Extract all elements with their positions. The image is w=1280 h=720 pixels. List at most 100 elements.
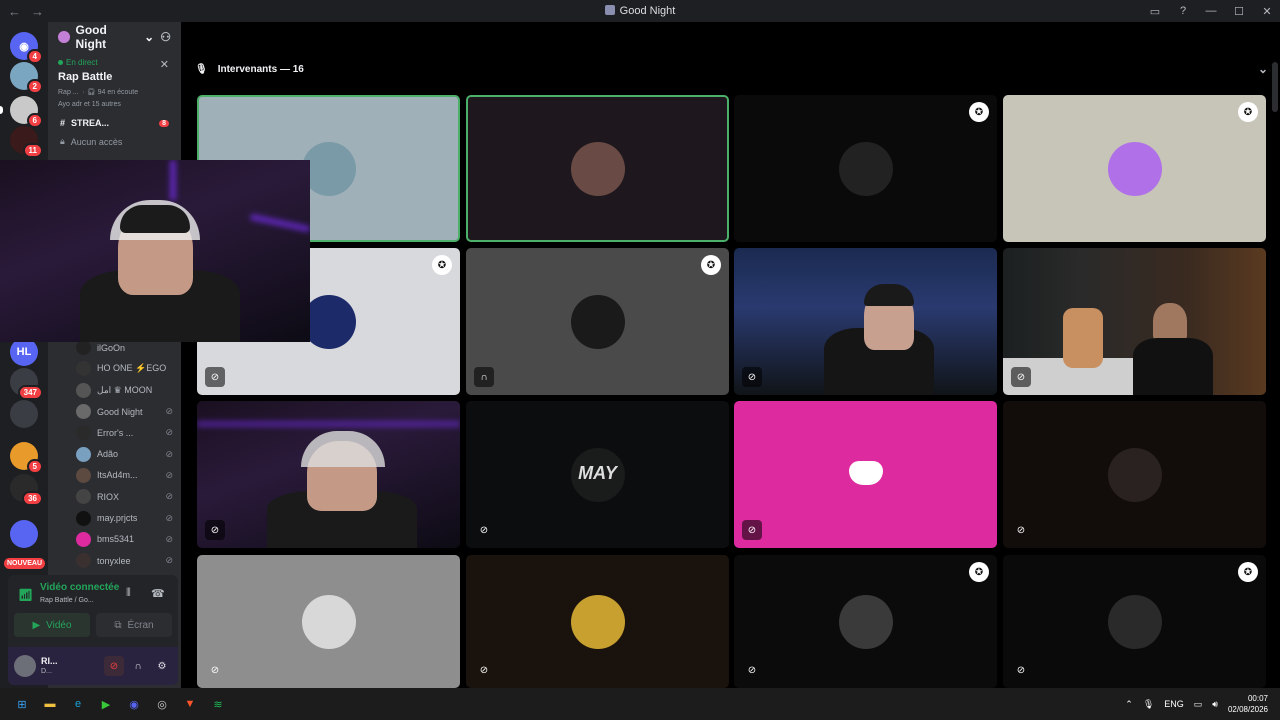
participant-tile[interactable]: ⊘ bbox=[197, 555, 460, 688]
edge-icon[interactable]: e bbox=[68, 694, 88, 714]
member-name: امل ♛ MOON bbox=[97, 384, 153, 395]
microphone-icon[interactable]: 🎙︎ bbox=[1143, 699, 1154, 710]
mic-off-icon: ⊘ bbox=[205, 520, 225, 540]
picture-in-picture-video[interactable] bbox=[0, 160, 310, 342]
live-status: En direct bbox=[58, 58, 171, 67]
participant-tile[interactable]: ✪ bbox=[1003, 95, 1266, 242]
mic-off-icon: ⊘ bbox=[479, 524, 489, 536]
mic-off-icon: ⊘ bbox=[1016, 664, 1026, 676]
guild-header[interactable]: Good Night ⌄ ⚇ bbox=[48, 22, 181, 52]
scrollbar-thumb[interactable] bbox=[1272, 62, 1278, 112]
spotify-icon[interactable]: ≋ bbox=[208, 694, 228, 714]
neon-light bbox=[250, 213, 310, 233]
close-icon[interactable]: ✕ bbox=[160, 58, 169, 71]
headphones-icon[interactable]: ∩ bbox=[128, 656, 148, 676]
member-item[interactable]: ItsAd4m... ⊘ bbox=[48, 465, 181, 486]
add-member-icon[interactable]: ⚇ bbox=[160, 30, 171, 44]
forward-arrow-icon[interactable]: → bbox=[31, 4, 44, 19]
scrollbar[interactable] bbox=[1272, 60, 1278, 680]
avatar bbox=[76, 553, 91, 569]
server-icon-server-4[interactable]: 11 bbox=[10, 126, 43, 158]
chevron-down-icon[interactable]: ⌄ bbox=[1258, 62, 1268, 76]
channel-stream[interactable]: # STREA... 8 bbox=[48, 114, 181, 132]
avatar bbox=[838, 594, 893, 649]
app-ring-icon[interactable]: ◎ bbox=[152, 694, 172, 714]
server-icon-server-8[interactable]: 5 bbox=[10, 442, 43, 474]
participant-tile[interactable]: ✪ ⊘ bbox=[1003, 555, 1266, 688]
brave-icon[interactable]: ▼ bbox=[180, 694, 200, 714]
help-icon[interactable]: ? bbox=[1176, 5, 1190, 17]
minimize-icon[interactable]: — bbox=[1204, 5, 1218, 17]
person-hair bbox=[864, 284, 914, 306]
app-green-icon[interactable]: ▶ bbox=[96, 694, 116, 714]
participant-tile[interactable]: ✪ ⊘ bbox=[734, 555, 997, 688]
member-item[interactable]: HO ONE ⚡EGO bbox=[48, 358, 181, 379]
server-icon-server-3[interactable]: 6 bbox=[0, 96, 43, 128]
network-icon[interactable]: ▭ bbox=[1194, 699, 1203, 710]
clock[interactable]: 00:07 02/08/2026 bbox=[1228, 693, 1268, 715]
discord-logo-icon bbox=[849, 461, 883, 485]
inbox-icon[interactable]: ▭ bbox=[1148, 5, 1162, 18]
member-item[interactable]: Adão ⊘ bbox=[48, 443, 181, 464]
channel-locked[interactable]: 🔒︎ Aucun accès bbox=[48, 132, 181, 151]
noise-suppression-icon[interactable]: ⦀ bbox=[126, 587, 131, 600]
member-item[interactable]: Error's ... ⊘ bbox=[48, 422, 181, 443]
mic-off-icon: ⊘ bbox=[165, 469, 173, 480]
maximize-icon[interactable]: ☐ bbox=[1232, 5, 1246, 18]
voice-status[interactable]: Vidéo connectée bbox=[40, 582, 119, 593]
member-item[interactable]: امل ♛ MOON bbox=[48, 380, 181, 401]
chevron-down-icon: ⌄ bbox=[144, 30, 155, 44]
member-item[interactable]: bms5341 ⊘ bbox=[48, 529, 181, 550]
participant-tile[interactable]: ⊘ bbox=[734, 401, 997, 548]
webcam-scene bbox=[734, 248, 997, 395]
back-arrow-icon[interactable]: ← bbox=[8, 4, 21, 19]
live-stage-card[interactable]: En direct ✕ Rap Battle Rap ... · 🎧︎ 94 e… bbox=[54, 54, 175, 112]
participant-tile[interactable]: MAY ⊘ bbox=[466, 401, 729, 548]
participant-tile[interactable]: ⊘ bbox=[1003, 401, 1266, 548]
server-icon-server-9[interactable]: 36 bbox=[10, 474, 43, 506]
discord-icon[interactable]: ◉ bbox=[124, 694, 144, 714]
volume-icon[interactable]: 🔊︎ bbox=[1212, 699, 1218, 710]
member-name: Adão bbox=[97, 449, 119, 460]
mute-mic-icon[interactable]: ⊘ bbox=[104, 656, 124, 676]
participant-tile[interactable]: ✪ bbox=[734, 95, 997, 242]
server-icon-server-hl[interactable]: HL bbox=[10, 338, 38, 366]
windows-start-icon[interactable]: ⊞ bbox=[12, 694, 32, 714]
server-icon-server-6[interactable]: 347 bbox=[10, 368, 43, 400]
server-icon-server-2[interactable]: 2 bbox=[10, 62, 43, 94]
member-item[interactable]: RIOX ⊘ bbox=[48, 486, 181, 507]
member-item[interactable]: Good Night ⊘ bbox=[48, 401, 181, 422]
participant-tile[interactable]: ⊘ bbox=[734, 248, 997, 395]
neon-light bbox=[197, 421, 460, 427]
member-item[interactable]: may.prjcts ⊘ bbox=[48, 507, 181, 528]
speakers-header[interactable]: 🎙︎ Intervenants — 16 ⌄ bbox=[181, 58, 1280, 80]
member-item[interactable]: tonyxlee ⊘ bbox=[48, 550, 181, 571]
screen-icon: ⧉ bbox=[114, 619, 122, 631]
disconnect-icon[interactable]: ☎︎ bbox=[151, 587, 165, 600]
file-explorer-icon[interactable]: ▬ bbox=[40, 694, 60, 714]
screen-share-button[interactable]: ⧉ Écran bbox=[96, 613, 172, 637]
settings-gear-icon[interactable]: ⚙ bbox=[152, 656, 172, 676]
new-badge: NOUVEAU bbox=[4, 558, 46, 569]
avatar bbox=[76, 382, 91, 398]
participant-tile[interactable]: ⊘ bbox=[466, 555, 729, 688]
live-host: Rap ... bbox=[58, 89, 79, 96]
video-button[interactable]: ▶︎ Vidéo bbox=[14, 613, 90, 637]
server-icon-server-7[interactable] bbox=[10, 400, 38, 428]
participant-tile[interactable]: ✪ ∩ bbox=[466, 248, 729, 395]
voice-panel: 📶︎ Vidéo connectée Rap Battle / Go... ⦀ … bbox=[8, 575, 178, 685]
avatar[interactable] bbox=[14, 655, 36, 677]
server-icon-folder[interactable] bbox=[10, 520, 38, 548]
voice-channel[interactable]: Rap Battle / Go... bbox=[40, 597, 94, 604]
webcam-scene bbox=[0, 160, 310, 342]
signal-icon[interactable]: 📶︎ bbox=[18, 588, 33, 602]
participant-tile[interactable]: ⊘ bbox=[197, 401, 460, 548]
clock-time: 00:07 bbox=[1247, 694, 1268, 703]
close-window-icon[interactable]: ✕ bbox=[1260, 5, 1274, 18]
participant-tile[interactable]: ⊘ bbox=[1003, 248, 1266, 395]
language-indicator[interactable]: ENG bbox=[1164, 699, 1184, 709]
server-icon-discord-home[interactable]: ◉ 4 bbox=[10, 32, 43, 64]
mention-badge: 4 bbox=[26, 49, 43, 64]
participant-tile[interactable] bbox=[466, 95, 729, 242]
chevron-up-icon[interactable]: ⌃ bbox=[1125, 699, 1133, 710]
